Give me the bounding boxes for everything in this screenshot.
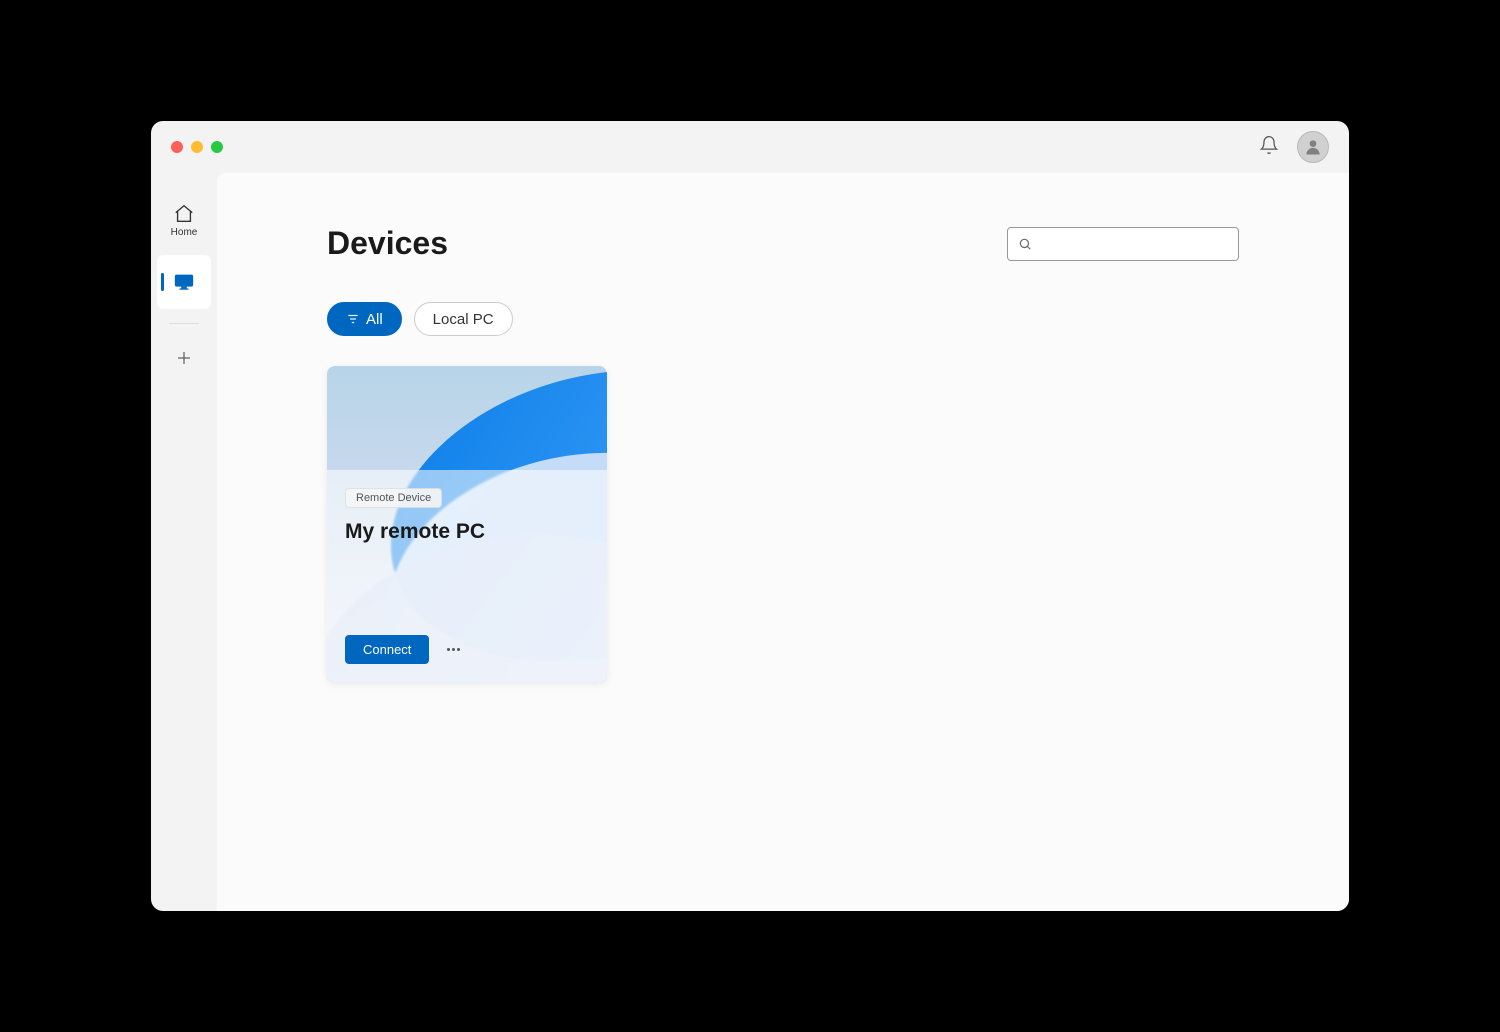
notifications-button[interactable] [1259, 135, 1279, 160]
sidebar-home-label: Home [171, 227, 198, 238]
card-overlay: Remote Device My remote PC Connect [327, 470, 607, 682]
search-icon [1018, 237, 1032, 251]
sidebar-item-home[interactable]: Home [157, 193, 211, 247]
window-controls [171, 141, 223, 153]
search-box[interactable] [1007, 227, 1239, 261]
user-avatar-button[interactable] [1297, 131, 1329, 163]
titlebar-actions [1259, 131, 1329, 163]
sidebar-add-button[interactable] [157, 338, 211, 378]
filter-icon [346, 312, 360, 326]
sidebar-divider [169, 323, 199, 324]
device-grid: Remote Device My remote PC Connect [327, 366, 1239, 682]
card-actions: Connect [345, 635, 589, 664]
plus-icon [175, 349, 193, 367]
main-content: Devices All [217, 173, 1349, 911]
more-options-button[interactable] [443, 644, 464, 655]
device-type-badge: Remote Device [345, 488, 442, 508]
filter-local-pc-label: Local PC [433, 311, 494, 328]
connect-button[interactable]: Connect [345, 635, 429, 664]
filter-chip-local-pc[interactable]: Local PC [414, 302, 513, 336]
device-name: My remote PC [345, 520, 589, 544]
maximize-window-button[interactable] [211, 141, 223, 153]
close-window-button[interactable] [171, 141, 183, 153]
device-card[interactable]: Remote Device My remote PC Connect [327, 366, 607, 682]
sidebar-item-devices[interactable] [157, 255, 211, 309]
app-window: Home Devices [151, 121, 1349, 911]
filter-all-label: All [366, 311, 383, 328]
page-title: Devices [327, 225, 448, 262]
search-input[interactable] [1040, 236, 1228, 251]
filter-chip-all[interactable]: All [327, 302, 402, 336]
main-header: Devices [327, 225, 1239, 262]
person-icon [1303, 137, 1323, 157]
sidebar: Home [151, 173, 217, 911]
dots-icon [447, 648, 450, 651]
app-body: Home Devices [151, 173, 1349, 911]
home-icon [173, 203, 195, 225]
filter-chips: All Local PC [327, 302, 1239, 336]
bell-icon [1259, 135, 1279, 155]
titlebar [151, 121, 1349, 173]
monitor-icon [173, 271, 195, 293]
minimize-window-button[interactable] [191, 141, 203, 153]
